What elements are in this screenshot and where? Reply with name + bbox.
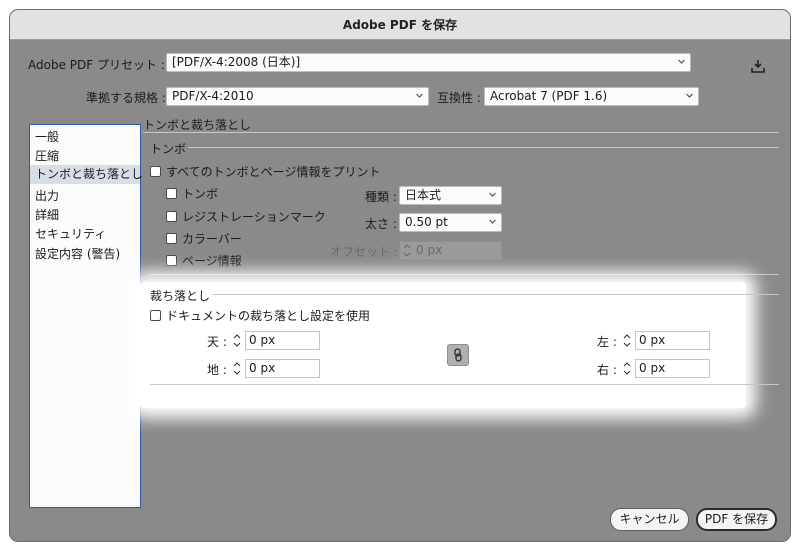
preset-label: Adobe PDF プリセット : — [28, 58, 165, 72]
sidebar-item-security[interactable]: セキュリティ — [35, 225, 106, 242]
bleed-top-label: 天 : — [207, 335, 227, 349]
sidebar-item-summary[interactable]: 設定内容 (警告) — [35, 245, 120, 262]
bleed-top-input[interactable]: 0 px — [245, 331, 320, 350]
color-bars-checkbox-row[interactable]: カラーバー — [166, 230, 242, 247]
offset-field[interactable]: 0 px — [399, 241, 502, 260]
all-marks-label: すべてのトンボとページ情報をプリント — [166, 165, 381, 179]
registration-marks-checkbox-row[interactable]: レジストレーションマーク — [166, 208, 326, 225]
compat-label: 互換性 : — [437, 91, 481, 105]
bleed-group-title: 裁ち落とし — [150, 289, 211, 303]
sidebar-item-output[interactable]: 出力 — [35, 187, 59, 204]
bleed-group-line — [212, 294, 779, 295]
cancel-button[interactable]: キャンセル — [610, 508, 689, 531]
trim-marks-checkbox-row[interactable]: トンボ — [166, 185, 218, 202]
bleed-left-value: 0 px — [639, 333, 666, 347]
weight-value: 0.50 pt — [405, 215, 448, 229]
bleed-left-label: 左 : — [597, 335, 617, 349]
color-bars-checkbox[interactable] — [166, 233, 177, 244]
bleed-right-label: 右 : — [597, 363, 617, 377]
marks-group-title: トンボ — [150, 142, 187, 156]
bleed-right-value: 0 px — [639, 361, 666, 375]
sidebar-item-general[interactable]: 一般 — [35, 128, 59, 145]
chevron-down-icon — [489, 219, 496, 224]
compat-select[interactable]: Acrobat 7 (PDF 1.6) — [484, 87, 699, 106]
chevron-down-icon — [686, 93, 693, 98]
link-values-button[interactable] — [447, 344, 469, 366]
bleed-bottom-label: 地 : — [207, 363, 227, 377]
bleed-bottom-input[interactable]: 0 px — [245, 359, 320, 378]
save-pdf-button[interactable]: PDF を保存 — [696, 508, 777, 531]
use-document-bleed-row[interactable]: ドキュメントの裁ち落とし設定を使用 — [150, 307, 370, 324]
offset-label: オフセット : — [330, 245, 398, 259]
sidebar-item-advanced[interactable]: 詳細 — [35, 206, 59, 223]
up-down-stepper-icon[interactable] — [621, 331, 633, 350]
chevron-down-icon — [416, 93, 423, 98]
save-preset-icon[interactable] — [751, 59, 765, 73]
page-info-checkbox[interactable] — [166, 255, 177, 266]
up-down-stepper-icon[interactable] — [621, 359, 633, 378]
bleed-left-input[interactable]: 0 px — [635, 331, 710, 350]
category-sidebar: 一般 圧縮 トンボと裁ち落とし 出力 詳細 セキュリティ 設定内容 (警告) — [29, 124, 143, 508]
section-title: トンボと裁ち落とし — [143, 118, 252, 132]
standard-value: PDF/X-4:2010 — [172, 89, 254, 103]
bleed-right-input[interactable]: 0 px — [635, 359, 710, 378]
section-divider — [143, 132, 779, 133]
use-document-bleed-checkbox[interactable] — [150, 310, 161, 321]
up-down-stepper-icon[interactable] — [231, 359, 243, 378]
page-info-checkbox-row[interactable]: ページ情報 — [166, 252, 242, 269]
preset-select[interactable]: [PDF/X-4:2008 (日本)] — [166, 53, 691, 72]
registration-marks-label: レジストレーションマーク — [182, 210, 326, 224]
save-pdf-dialog: Adobe PDF を保存 Adobe PDF プリセット : [PDF/X-4… — [10, 10, 790, 541]
chevron-down-icon — [489, 192, 496, 197]
chain-link-icon — [454, 348, 462, 362]
up-down-stepper-icon[interactable] — [401, 241, 413, 260]
sidebar-item-marks-bleeds[interactable]: トンボと裁ち落とし — [30, 165, 143, 184]
page-info-label: ページ情報 — [182, 254, 242, 268]
type-label: 種類 : — [365, 190, 397, 204]
dialog-title: Adobe PDF を保存 — [10, 10, 790, 40]
type-value: 日本式 — [405, 188, 442, 202]
marks-group-bottom — [150, 274, 779, 275]
registration-marks-checkbox[interactable] — [166, 211, 177, 222]
sidebar-item-compression[interactable]: 圧縮 — [35, 147, 59, 164]
standard-select[interactable]: PDF/X-4:2010 — [166, 87, 429, 106]
trim-marks-label: トンボ — [182, 187, 219, 201]
weight-label: 太さ : — [365, 217, 397, 231]
offset-value: 0 px — [416, 243, 443, 257]
chevron-down-icon — [678, 59, 685, 64]
type-select[interactable]: 日本式 — [399, 186, 502, 205]
bleed-bottom-value: 0 px — [249, 361, 276, 375]
bleed-top-value: 0 px — [249, 333, 276, 347]
up-down-stepper-icon[interactable] — [231, 331, 243, 350]
standard-label: 準拠する規格 : — [86, 91, 166, 105]
preset-value: [PDF/X-4:2008 (日本)] — [172, 55, 301, 69]
color-bars-label: カラーバー — [182, 232, 242, 246]
bleed-group-bottom — [150, 384, 779, 385]
marks-group-line — [188, 147, 779, 148]
compat-value: Acrobat 7 (PDF 1.6) — [490, 89, 608, 103]
all-marks-checkbox[interactable] — [150, 166, 161, 177]
weight-select[interactable]: 0.50 pt — [399, 213, 502, 232]
all-marks-checkbox-row[interactable]: すべてのトンボとページ情報をプリント — [150, 163, 380, 180]
trim-marks-checkbox[interactable] — [166, 188, 177, 199]
use-document-bleed-label: ドキュメントの裁ち落とし設定を使用 — [166, 309, 371, 323]
